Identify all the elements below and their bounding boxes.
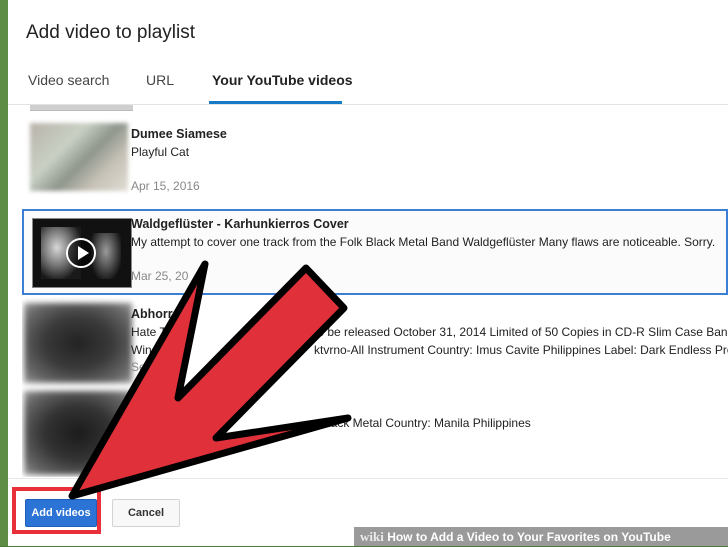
pointer-arrow-annotation bbox=[68, 260, 352, 500]
wikihow-logo: wiki bbox=[360, 529, 384, 544]
wikihow-banner: wiki How to Add a Video to Your Favorite… bbox=[354, 527, 728, 546]
banner-title: How to Add a Video to Your Favorites on … bbox=[387, 530, 671, 544]
